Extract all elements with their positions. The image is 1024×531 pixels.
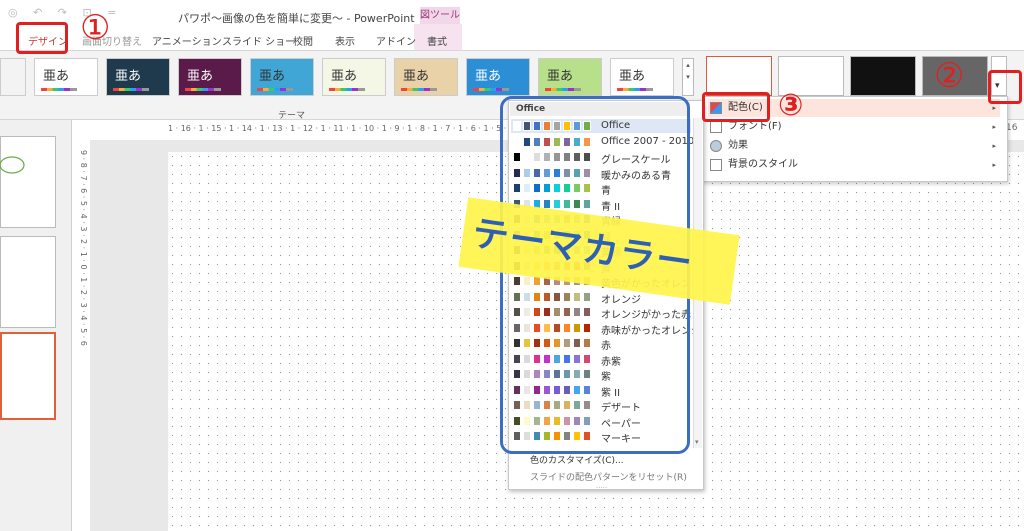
theme-color-bars [329, 88, 365, 91]
tab-format[interactable]: 書式 [427, 33, 447, 48]
theme-glyph: 亜あ [475, 69, 502, 84]
chevron-down-icon: ▾ [695, 438, 699, 446]
theme-thumbnail[interactable]: 亜あ [538, 58, 602, 96]
theme-glyph: 亜あ [43, 69, 70, 84]
theme-color-bars [113, 88, 149, 91]
design-tab-highlight [16, 22, 68, 54]
theme-color-bars [401, 88, 437, 91]
tab-slide-show[interactable]: スライド ショー [222, 33, 295, 48]
theme-color-bars [545, 88, 581, 91]
theme-color-bars [185, 88, 221, 91]
theme-glyph: 亜あ [547, 69, 574, 84]
theme-thumbnail[interactable]: 亜あ [106, 58, 170, 96]
background-style-icon [710, 159, 722, 171]
theme-thumbnail[interactable]: 亜あ [610, 58, 674, 96]
theme-color-bars [257, 88, 293, 91]
step-one-marker: ① [80, 8, 111, 48]
themes-group-label: テーマ [278, 111, 306, 121]
customize-colors-item[interactable]: 色のカスタマイズ(C)... [530, 453, 624, 466]
picture-tools-context-label: 図ツール [420, 7, 460, 25]
variant-thumbnail[interactable] [706, 56, 772, 96]
theme-thumbnail[interactable] [0, 58, 26, 96]
theme-color-bars [41, 88, 77, 91]
menu-item-label: 背景のスタイル [728, 159, 798, 170]
submenu-arrow-icon: ▸ [992, 142, 996, 150]
slide-thumbnail[interactable] [0, 236, 56, 328]
theme-glyph: 亜あ [619, 69, 646, 84]
slide-thumbnail-selected[interactable] [0, 332, 56, 420]
menu-item-effects[interactable]: 効果 ▸ [708, 137, 1000, 155]
menu-item-label: 効果 [728, 140, 748, 151]
step-two-marker: ② [934, 56, 965, 96]
menu-item-background-styles[interactable]: 背景のスタイル ▸ [708, 156, 1000, 174]
submenu-arrow-icon: ▸ [992, 123, 996, 131]
vertical-ruler: 9 · 8 · 7 · 6 · 5 · 4 · 3 · 2 · 1 · 0 · … [74, 150, 88, 531]
tab-animations[interactable]: アニメーション [152, 33, 222, 48]
tab-view[interactable]: 表示 [335, 33, 355, 48]
variant-thumbnail[interactable] [850, 56, 916, 96]
theme-glyph: 亜あ [115, 69, 142, 84]
reset-colors-item[interactable]: スライドの配色パターンをリセット(R) [530, 470, 687, 483]
theme-color-bars [617, 88, 653, 91]
more-button-highlight [988, 70, 1022, 104]
title-bar [0, 0, 1024, 24]
theme-thumbnail[interactable]: 亜あ [250, 58, 314, 96]
submenu-arrow-icon: ▸ [992, 161, 996, 169]
cloud-shape-icon [0, 156, 25, 174]
theme-thumbnail[interactable]: 亜あ [322, 58, 386, 96]
effects-icon [710, 140, 722, 152]
colors-item-highlight [702, 92, 770, 122]
theme-gallery-scroll[interactable]: ▴ ▾ [682, 58, 694, 96]
theme-thumbnail[interactable]: 亜あ [466, 58, 530, 96]
theme-glyph: 亜あ [403, 69, 430, 84]
tab-addins[interactable]: アドイン [376, 33, 416, 48]
theme-thumbnail[interactable]: 亜あ [394, 58, 458, 96]
theme-thumbnail[interactable]: 亜あ [178, 58, 242, 96]
menu-item-label: フォント(F) [728, 121, 782, 132]
tab-review[interactable]: 校閲 [293, 33, 313, 48]
theme-color-bars [473, 88, 509, 91]
resize-grip[interactable]: ····· [596, 484, 607, 492]
step-three-marker: ③ [778, 88, 804, 123]
slide-thumbnails-pane [0, 120, 72, 531]
theme-thumbnail[interactable]: 亜あ [34, 58, 98, 96]
theme-glyph: 亜あ [187, 69, 214, 84]
theme-glyph: 亜あ [331, 69, 358, 84]
theme-glyph: 亜あ [259, 69, 286, 84]
font-icon [710, 121, 722, 133]
slide-thumbnail[interactable] [0, 136, 56, 228]
